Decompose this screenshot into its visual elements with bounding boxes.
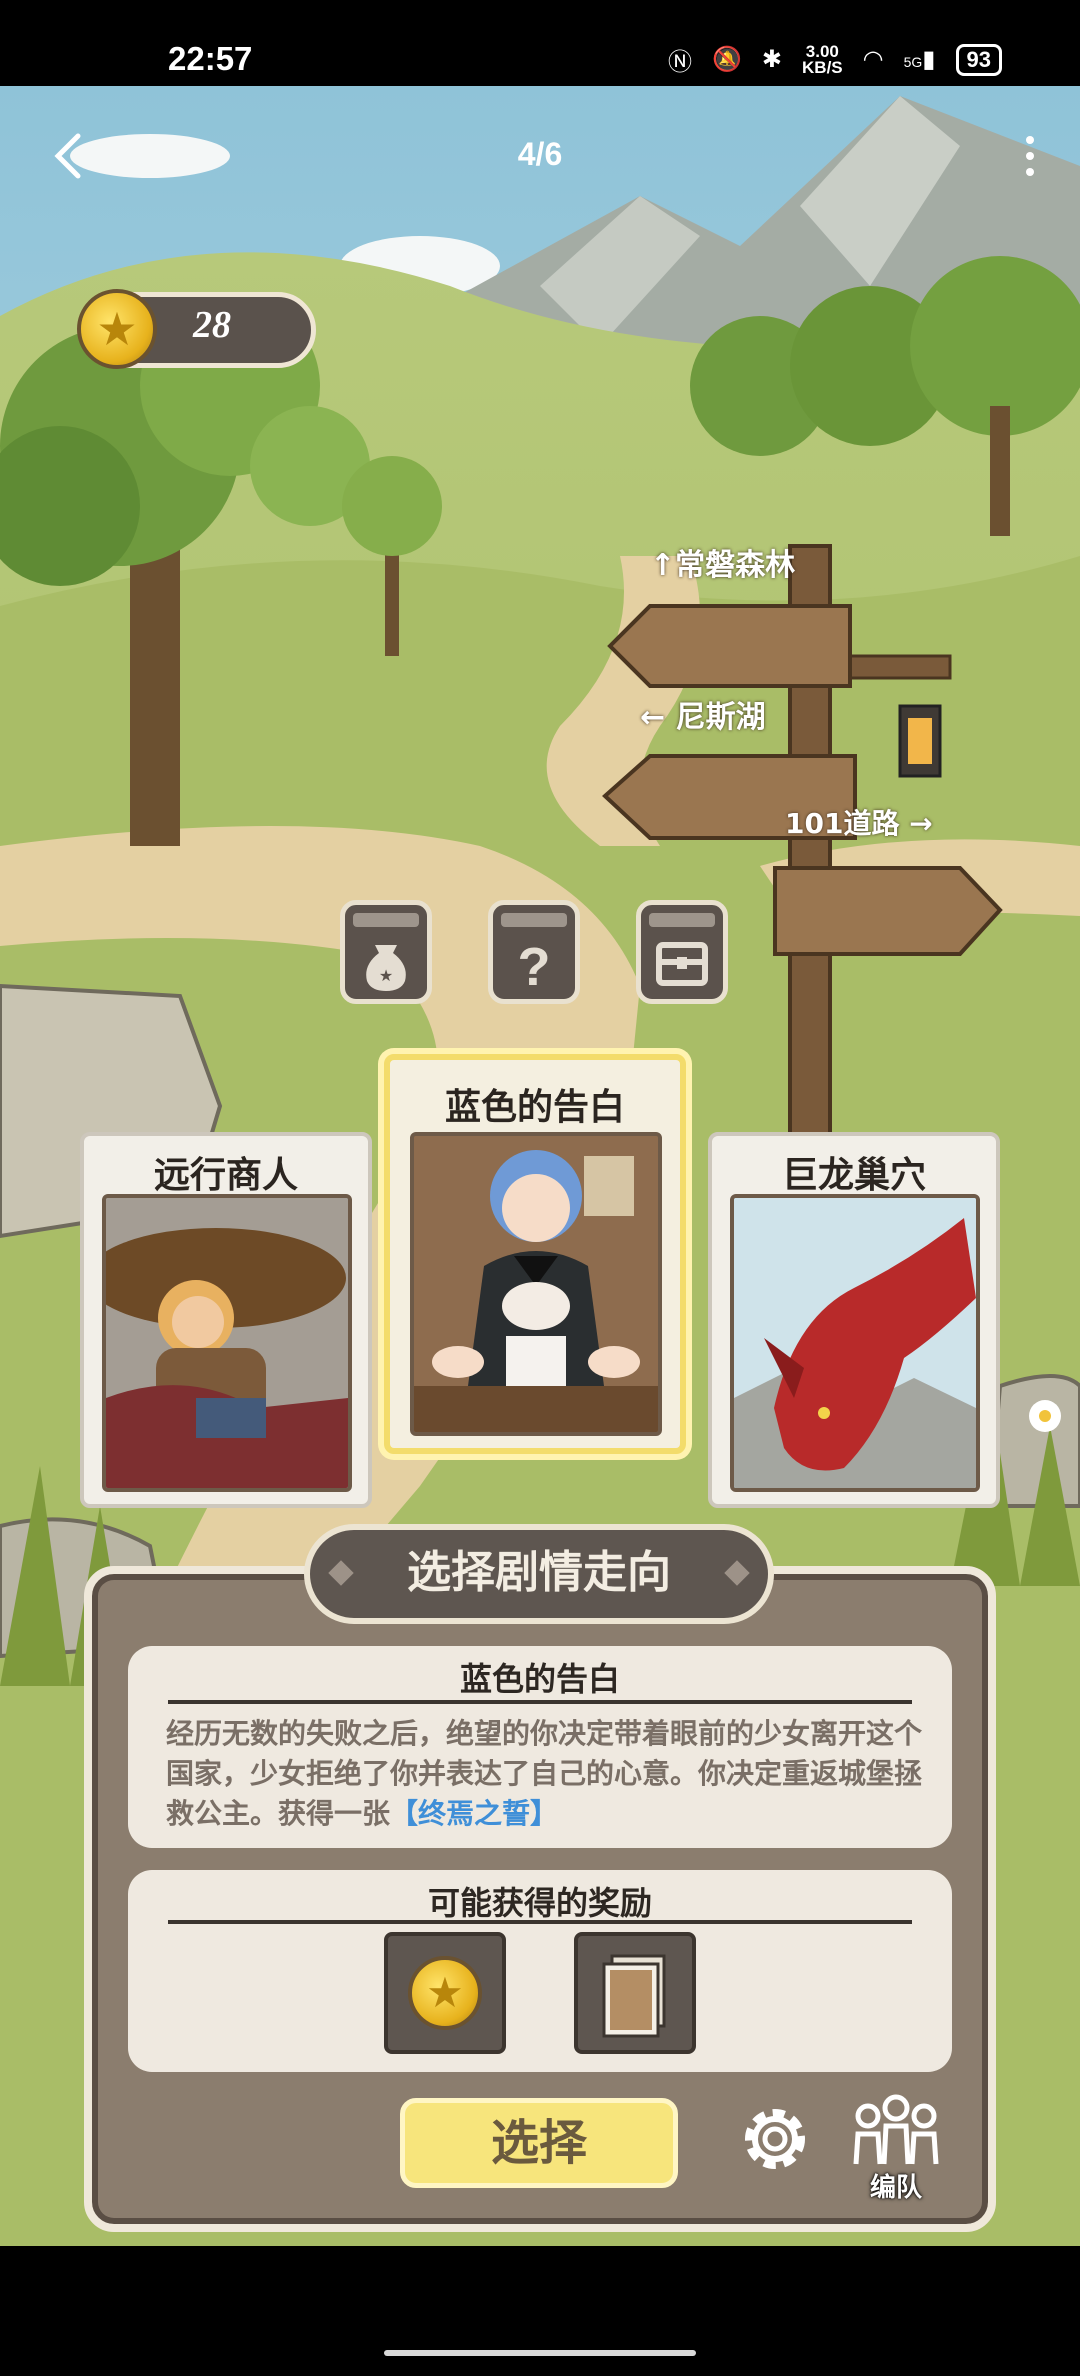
coin-count: 28 <box>193 304 231 346</box>
story-card-dragon-lair[interactable]: 巨龙巢穴 <box>708 1132 1000 1508</box>
ornament-left-icon <box>328 1560 354 1586</box>
divider <box>168 1920 912 1924</box>
treasure-chest-icon <box>649 913 715 986</box>
team-icon <box>853 2094 939 2165</box>
panel-header: 选择剧情走向 <box>304 1524 774 1624</box>
reward-slot-card[interactable] <box>574 1932 696 2054</box>
card-title: 蓝色的告白 <box>444 1087 625 1128</box>
story-description: 经历无数的失败之后，绝望的你决定带着眼前的少女离开这个国家，少女拒绝了你并表达了… <box>166 1717 923 1830</box>
home-indicator[interactable] <box>384 2350 696 2356</box>
rewards-title: 可能获得的奖励 <box>427 1884 652 1922</box>
panel-header-title: 选择剧情走向 <box>407 1547 671 1598</box>
nfc-icon: Ⓝ <box>668 49 693 76</box>
status-icons: Ⓝ 🔕 ✱ 3.00 KB/S ◠ 5G▮ 93 <box>668 42 1002 77</box>
story-card-blue-confession[interactable]: 蓝色的告白 <box>384 1054 686 1454</box>
sign-lake[interactable]: ← 尼斯湖 <box>640 692 766 736</box>
money-bag-icon: ★ <box>353 913 419 991</box>
network-speed: 3.00 KB/S <box>802 41 843 77</box>
dragon-illustration <box>730 1194 980 1492</box>
story-card-merchant[interactable]: 远行商人 <box>80 1132 372 1508</box>
game-navbar: 4/6 <box>0 86 1080 226</box>
status-bar: 22:57 Ⓝ 🔕 ✱ 3.00 KB/S ◠ 5G▮ 93 <box>0 0 1080 86</box>
gear-icon <box>745 2109 805 2169</box>
svg-text:?: ? <box>518 937 551 997</box>
ornament-right-icon <box>724 1560 750 1586</box>
sign-road[interactable]: 101道路 → <box>785 802 933 842</box>
status-time: 22:57 <box>168 40 253 77</box>
story-title: 蓝色的告白 <box>459 1660 620 1698</box>
team-formation-button[interactable]: 编队 <box>848 2094 944 2204</box>
die-question[interactable]: ? <box>488 900 580 1004</box>
die-money-bag[interactable]: ★ <box>340 900 432 1004</box>
question-mark-icon: ? <box>501 913 567 997</box>
coin-counter: ★ 28 <box>77 289 316 369</box>
coin-icon: ★ <box>408 1956 482 2030</box>
story-description-section: 蓝色的告白 经历无数的失败之后，绝望的你决定带着眼前的少女离开这个国家，少女拒绝… <box>128 1646 952 1848</box>
bluetooth-icon: ✱ <box>761 46 783 73</box>
battery-indicator: 93 <box>955 43 1002 76</box>
team-label: 编队 <box>869 2173 922 2203</box>
maid-illustration <box>410 1132 662 1436</box>
reward-slot-coin[interactable]: ★ <box>384 1932 506 2054</box>
page-indicator: 4/6 <box>517 136 563 172</box>
select-button[interactable]: 选择 <box>400 2098 678 2188</box>
more-options-button[interactable] <box>1010 126 1050 186</box>
svg-text:★: ★ <box>379 966 393 985</box>
settings-button[interactable] <box>736 2100 814 2178</box>
divider <box>168 1700 912 1704</box>
die-treasure[interactable] <box>636 900 728 1004</box>
card-title: 远行商人 <box>153 1155 298 1196</box>
more-vertical-icon <box>1026 136 1034 176</box>
card-icon <box>602 1954 666 2038</box>
mute-icon: 🔕 <box>712 46 742 73</box>
merchant-illustration <box>102 1194 352 1492</box>
reward-card-name[interactable]: 【终焉之誓】 <box>390 1797 558 1830</box>
sign-forest[interactable]: ↑常磐森林 <box>650 540 795 584</box>
card-title: 巨龙巢穴 <box>781 1155 926 1196</box>
rewards-section: 可能获得的奖励 <box>128 1870 952 2072</box>
wifi-icon: ◠ <box>862 46 884 73</box>
coin-icon: ★ <box>77 289 157 369</box>
signal-icon: 5G▮ <box>903 46 936 73</box>
back-button[interactable] <box>44 126 94 186</box>
chevron-left-icon <box>54 133 81 179</box>
